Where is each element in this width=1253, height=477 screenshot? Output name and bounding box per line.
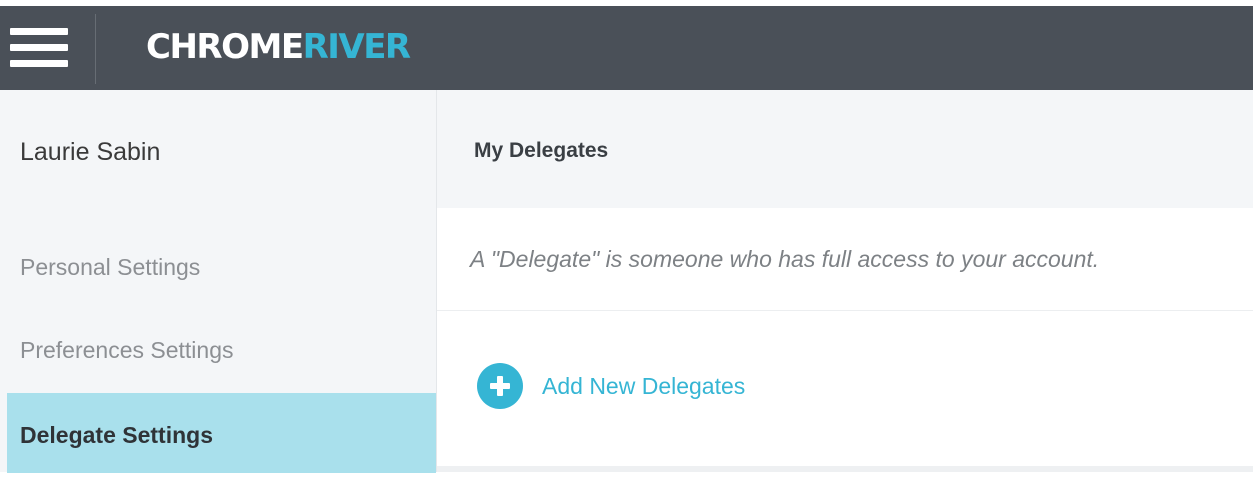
hamburger-line — [10, 60, 68, 67]
hamburger-menu-icon[interactable] — [10, 26, 68, 72]
add-new-delegates-button[interactable]: Add New Delegates — [477, 362, 745, 410]
user-name: Laurie Sabin — [20, 138, 161, 166]
top-bar: CHROMERIVER — [0, 0, 1253, 90]
topbar-divider — [95, 14, 96, 84]
sidebar-item-personal-settings[interactable]: Personal Settings — [0, 235, 436, 299]
chrome-river-logo[interactable]: CHROMERIVER — [146, 27, 412, 67]
logo-river-text: RIVER — [302, 27, 412, 67]
delegate-description: A "Delegate" is someone who has full acc… — [470, 246, 1100, 272]
hamburger-line — [10, 44, 68, 51]
sidebar-item-delegate-settings[interactable]: Delegate Settings — [7, 393, 436, 473]
plus-circle-icon — [477, 363, 523, 409]
settings-sidebar: Laurie Sabin Personal Settings Preferenc… — [0, 90, 437, 473]
row-divider — [437, 310, 1253, 311]
add-new-delegates-label: Add New Delegates — [542, 373, 746, 399]
section-header: My Delegates — [437, 90, 1253, 208]
main-content: My Delegates A "Delegate" is someone who… — [437, 90, 1253, 472]
hamburger-line — [10, 28, 68, 35]
sidebar-item-preferences-settings[interactable]: Preferences Settings — [0, 318, 436, 382]
logo-chrome-text: CHROME — [146, 27, 304, 67]
page-title: My Delegates — [474, 139, 609, 162]
bottom-edge — [437, 466, 1253, 472]
